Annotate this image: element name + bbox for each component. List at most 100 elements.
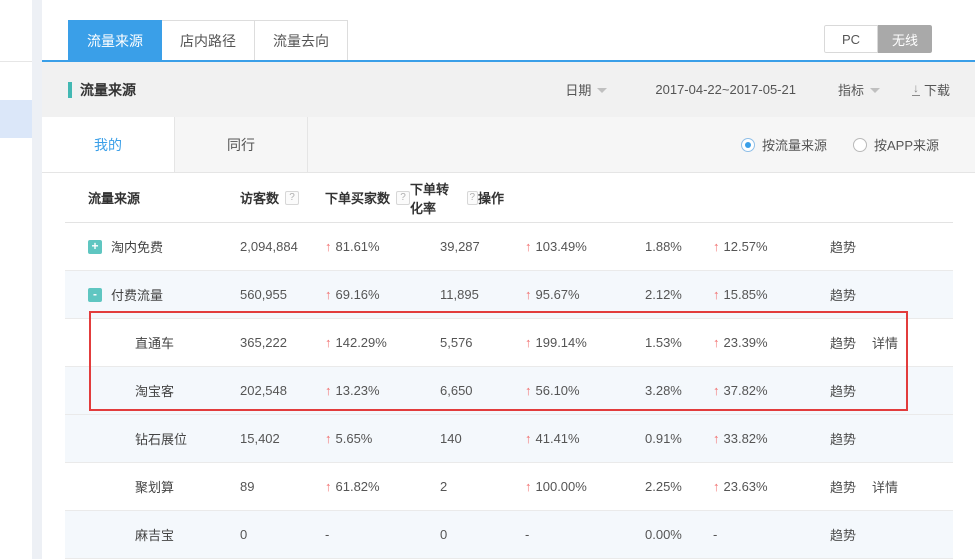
tab-traffic-source[interactable]: 流量来源 xyxy=(68,20,162,60)
date-range-value[interactable]: 2017-04-22~2017-05-21 xyxy=(655,82,796,97)
detail-link[interactable]: 详情 xyxy=(872,333,898,352)
visitors-change: ↑13.23% xyxy=(325,383,440,398)
main-panel: 流量来源 店内路径 流量去向 PC 无线 流量来源 日期 2017-04-22~… xyxy=(42,0,975,559)
traffic-source-table: 流量来源访客数?下单买家数?下单转化率?操作 +淘内免费2,094,884↑81… xyxy=(65,173,953,559)
up-arrow-icon: ↑ xyxy=(525,287,532,302)
actions-cell: 趋势 xyxy=(830,525,953,544)
up-arrow-icon: ↑ xyxy=(713,335,720,350)
change-value: 13.23% xyxy=(336,383,380,398)
column-header-label: 下单买家数 xyxy=(325,188,390,207)
change-value: 199.14% xyxy=(536,335,587,350)
change-value: 37.82% xyxy=(724,383,768,398)
top-tab-bar: 流量来源 店内路径 流量去向 PC 无线 xyxy=(42,0,975,62)
help-icon[interactable]: ? xyxy=(396,191,410,205)
detail-link[interactable]: 详情 xyxy=(872,477,898,496)
buyers-value: 11,895 xyxy=(440,287,525,302)
buyers-value: 6,650 xyxy=(440,383,525,398)
date-dropdown-label: 日期 xyxy=(565,80,591,99)
change-value: 33.82% xyxy=(724,431,768,446)
traffic-source-name: 直通车 xyxy=(135,333,174,352)
trend-link[interactable]: 趋势 xyxy=(830,477,856,496)
column-header-label: 流量来源 xyxy=(88,188,140,207)
actions-cell: 趋势 xyxy=(830,429,953,448)
buyers-value: 140 xyxy=(440,431,525,446)
buyers-change: ↑ 103.49% xyxy=(525,239,645,254)
table-row: 直通车365,222↑142.29%5,576↑199.14%1.53%↑23.… xyxy=(65,319,953,367)
help-icon[interactable]: ? xyxy=(285,191,299,205)
traffic-source-cell: +淘内免费 xyxy=(65,237,240,256)
table-row: 钻石展位15,402↑5.65%140↑41.41%0.91%↑33.82%趋势 xyxy=(65,415,953,463)
tab-traffic-destination[interactable]: 流量去向 xyxy=(255,20,348,60)
download-button[interactable]: ↓ 下载 xyxy=(912,80,950,99)
view-tab-band: 我的 同行 按流量来源 按APP来源 xyxy=(42,117,975,173)
visitors-change: - xyxy=(325,527,440,542)
tab-instore-path[interactable]: 店内路径 xyxy=(162,20,255,60)
tab-mine[interactable]: 我的 xyxy=(42,117,175,172)
no-change-dash: - xyxy=(325,527,329,542)
actions-cell: 趋势 xyxy=(830,237,953,256)
date-dropdown[interactable]: 日期 xyxy=(565,80,607,99)
actions-cell: 趋势详情 xyxy=(830,477,953,496)
conversion-value: 0.00% xyxy=(645,527,713,542)
up-arrow-icon: ↑ xyxy=(713,431,720,446)
traffic-source-name: 付费流量 xyxy=(111,285,163,304)
column-header-2: 访客数? xyxy=(240,188,325,207)
up-arrow-icon: ↑ xyxy=(525,239,532,254)
wireless-toggle-button[interactable]: 无线 xyxy=(878,25,932,53)
metric-dropdown-label: 指标 xyxy=(838,80,864,99)
traffic-source-cell: -付费流量 xyxy=(65,285,240,304)
help-icon[interactable]: ? xyxy=(467,191,478,205)
expand-plus-icon[interactable]: + xyxy=(88,240,102,254)
tab-peers[interactable]: 同行 xyxy=(175,117,308,172)
trend-link[interactable]: 趋势 xyxy=(830,285,856,304)
radio-by-app-source[interactable]: 按APP来源 xyxy=(853,135,939,154)
traffic-source-cell: 钻石展位 xyxy=(65,429,240,448)
chevron-down-icon xyxy=(597,88,607,93)
buyers-change: ↑95.67% xyxy=(525,287,645,302)
section-header: 流量来源 日期 2017-04-22~2017-05-21 指标 ↓ 下载 xyxy=(42,62,975,117)
buyers-change: ↑100.00% xyxy=(525,479,645,494)
radio-label: 按APP来源 xyxy=(874,135,939,154)
trend-link[interactable]: 趋势 xyxy=(830,381,856,400)
up-arrow-icon: ↑ xyxy=(325,239,332,254)
conversion-value: 1.88% xyxy=(645,239,713,254)
trend-link[interactable]: 趋势 xyxy=(830,333,856,352)
up-arrow-icon: ↑ xyxy=(525,479,532,494)
change-value: 69.16% xyxy=(336,287,380,302)
trend-link[interactable]: 趋势 xyxy=(830,429,856,448)
change-value: 103.49% xyxy=(536,239,587,254)
metric-dropdown[interactable]: 指标 xyxy=(838,80,880,99)
device-toggle: PC 无线 xyxy=(824,25,932,53)
traffic-source-cell: 麻吉宝 xyxy=(65,525,240,544)
up-arrow-icon: ↑ xyxy=(713,287,720,302)
download-icon: ↓ xyxy=(912,83,920,96)
conversion-value: 0.91% xyxy=(645,431,713,446)
up-arrow-icon: ↑ xyxy=(525,335,532,350)
actions-cell: 趋势详情 xyxy=(830,333,953,352)
sidebar-selected-item[interactable] xyxy=(0,100,32,138)
column-header-5: 操作 xyxy=(478,188,953,207)
visitors-change: ↑61.82% xyxy=(325,479,440,494)
collapse-minus-icon[interactable]: - xyxy=(88,288,102,302)
visitors-change: ↑142.29% xyxy=(325,335,440,350)
traffic-source-name: 麻吉宝 xyxy=(135,525,174,544)
conversion-value: 2.25% xyxy=(645,479,713,494)
up-arrow-icon: ↑ xyxy=(525,431,532,446)
conversion-change: - xyxy=(713,527,830,542)
buyers-change: ↑41.41% xyxy=(525,431,645,446)
radio-by-traffic-source[interactable]: 按流量来源 xyxy=(741,135,827,154)
pc-toggle-button[interactable]: PC xyxy=(824,25,878,53)
change-value: 56.10% xyxy=(536,383,580,398)
trend-link[interactable]: 趋势 xyxy=(830,525,856,544)
column-header-4: 下单转化率? xyxy=(410,179,478,217)
traffic-source-cell: 直通车 xyxy=(65,333,240,352)
conversion-value: 1.53% xyxy=(645,335,713,350)
source-radio-group: 按流量来源 按APP来源 xyxy=(741,117,975,172)
left-sidebar-sliver xyxy=(0,0,32,559)
column-header-1: 流量来源 xyxy=(65,188,240,207)
up-arrow-icon: ↑ xyxy=(713,479,720,494)
trend-link[interactable]: 趋势 xyxy=(830,237,856,256)
column-header-label: 操作 xyxy=(478,188,504,207)
column-header-label: 下单转化率 xyxy=(410,179,461,217)
up-arrow-icon: ↑ xyxy=(525,383,532,398)
